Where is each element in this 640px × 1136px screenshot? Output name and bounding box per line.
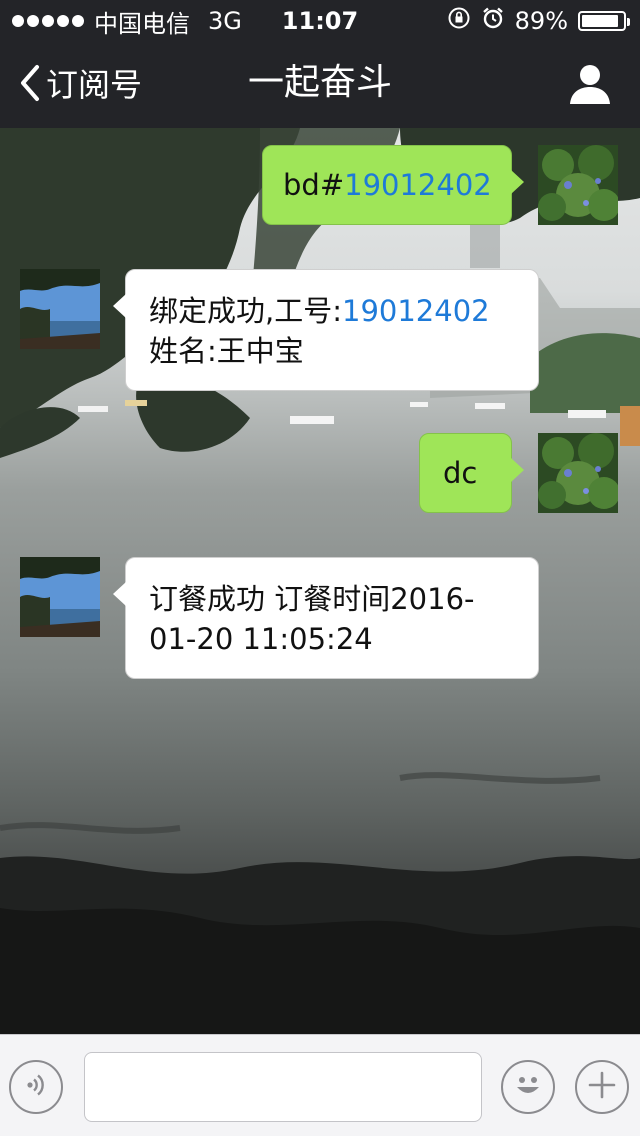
- message-input-bar: [0, 1034, 640, 1136]
- message-bubble-outgoing[interactable]: bd#19012402: [262, 145, 524, 225]
- message-text: bd#: [283, 168, 345, 202]
- alarm-icon: [481, 6, 505, 36]
- top-bar: 中国电信 3G 11:07 89% 订阅号 一起奋斗: [0, 0, 640, 128]
- message-text: dc: [443, 456, 478, 490]
- orientation-lock-icon: [447, 6, 471, 36]
- message-text: 01-20 11:05:24: [149, 622, 373, 656]
- message-text-input[interactable]: [84, 1052, 482, 1122]
- message-bubble-incoming[interactable]: 绑定成功,工号:19012402 姓名:王中宝: [113, 269, 539, 391]
- avatar-self[interactable]: [538, 145, 618, 225]
- battery-icon: [578, 11, 630, 31]
- message-bubble-outgoing[interactable]: dc: [419, 433, 524, 513]
- message-bubble-incoming[interactable]: 订餐成功 订餐时间2016- 01-20 11:05:24: [113, 557, 539, 679]
- avatar-official-account[interactable]: [20, 269, 100, 349]
- avatar-self[interactable]: [538, 433, 618, 513]
- nav-bar: 订阅号 一起奋斗: [0, 40, 640, 128]
- emoji-icon: [509, 1066, 547, 1108]
- battery-percent: 89%: [514, 7, 568, 35]
- avatar-official-account[interactable]: [20, 557, 100, 637]
- more-options-button[interactable]: [575, 1060, 629, 1114]
- voice-icon: [21, 1070, 51, 1104]
- message-link[interactable]: 19012402: [344, 168, 492, 202]
- chat-area[interactable]: bd#19012402 绑定成功,工号:19012402 姓名:王中宝 dc 订…: [0, 128, 640, 1034]
- message-text: 订餐成功 订餐时间2016-: [149, 582, 475, 616]
- status-right: 89%: [447, 6, 630, 36]
- page-title: 一起奋斗: [247, 62, 392, 103]
- plus-icon: [587, 1070, 617, 1104]
- message-text: 绑定成功,工号:: [149, 294, 342, 328]
- profile-icon[interactable]: [568, 62, 612, 106]
- message-link[interactable]: 19012402: [342, 294, 490, 328]
- voice-input-button[interactable]: [9, 1060, 63, 1114]
- message-text: 姓名:王中宝: [149, 334, 304, 368]
- emoji-button[interactable]: [501, 1060, 555, 1114]
- status-bar: 中国电信 3G 11:07 89%: [0, 0, 640, 40]
